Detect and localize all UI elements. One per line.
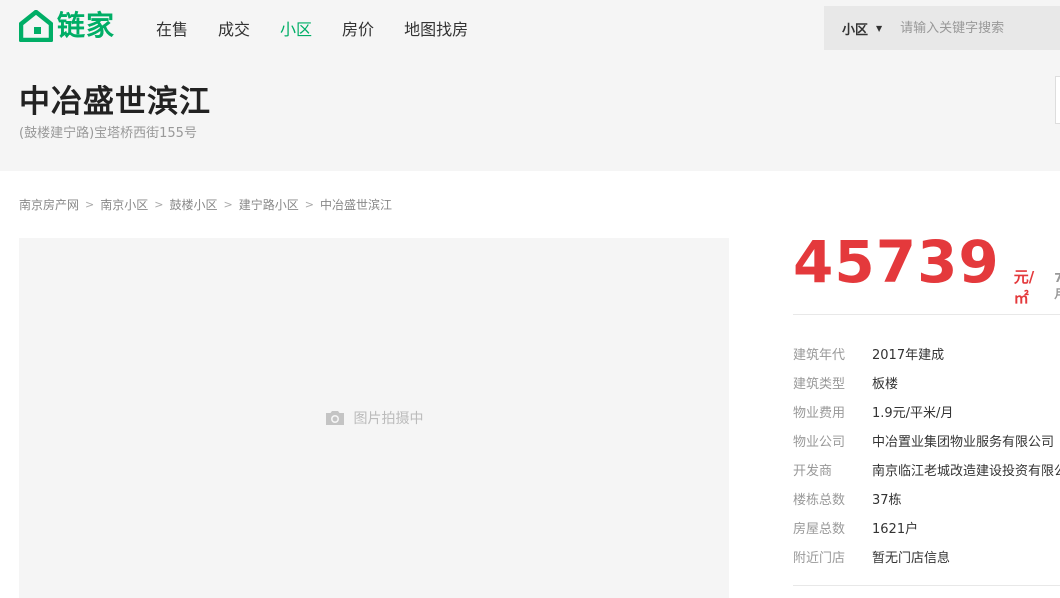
divider — [793, 585, 1060, 586]
info-label: 开发商 — [793, 464, 833, 479]
info-row-property-fee: 物业费用 1.9元/平米/月 — [793, 397, 1060, 426]
info-value: 暂无门店信息 — [872, 551, 951, 566]
info-value: 1621户 — [872, 522, 919, 537]
breadcrumb-separator: > — [223, 198, 233, 211]
side-tab-button[interactable] — [1055, 76, 1060, 124]
info-value: 2017年建成 — [872, 348, 945, 363]
main-nav: 在售 成交 小区 房价 地图找房 — [156, 0, 498, 56]
info-value: 南京临江老城改造建设投资有限公司 — [872, 464, 1060, 479]
breadcrumb-gulou-community[interactable]: 鼓楼小区 — [169, 196, 217, 213]
info-label: 物业费用 — [793, 406, 846, 421]
info-row-property-company: 物业公司 中冶置业集团物业服务有限公司 — [793, 426, 1060, 455]
info-row-developer: 开发商 南京临江老城改造建设投资有限公司 — [793, 455, 1060, 484]
community-info-list: 建筑年代 2017年建成 建筑类型 板楼 物业费用 1.9元/平米/月 物业公司… — [793, 339, 1060, 571]
info-label: 房屋总数 — [793, 522, 846, 537]
breadcrumb-nanjing-community[interactable]: 南京小区 — [100, 196, 148, 213]
info-row-building-type: 建筑类型 板楼 — [793, 368, 1060, 397]
breadcrumb: 南京房产网 > 南京小区 > 鼓楼小区 > 建宁路小区 > 中冶盛世滨江 — [19, 196, 392, 213]
price-unit: 元/㎡ — [1013, 268, 1035, 307]
logo-text: 链家 — [57, 9, 116, 42]
info-label: 建筑年代 — [793, 348, 846, 363]
breadcrumb-nanjing-property[interactable]: 南京房产网 — [19, 196, 79, 213]
breadcrumb-separator: > — [85, 198, 95, 211]
breadcrumb-separator: > — [304, 198, 314, 211]
breadcrumb-separator: > — [154, 198, 164, 211]
nav-item-house-price[interactable]: 房价 — [342, 16, 374, 40]
info-row-nearby-store: 附近门店 暂无门店信息 — [793, 542, 1060, 571]
nav-item-for-sale[interactable]: 在售 — [156, 16, 188, 40]
community-name: 中冶盛世滨江 — [19, 84, 211, 120]
community-address: (鼓楼建宁路)宝塔桥西街155号 — [19, 126, 197, 141]
lianjia-logo[interactable]: 链家 — [19, 10, 115, 42]
search-type-label: 小区 — [842, 22, 869, 38]
house-logo-icon — [19, 10, 53, 42]
nav-item-map-search[interactable]: 地图找房 — [404, 16, 468, 40]
search-type-dropdown[interactable]: 小区 ▼ — [842, 19, 882, 38]
info-label: 物业公司 — [793, 435, 846, 450]
nav-item-community[interactable]: 小区 — [280, 16, 312, 40]
info-label: 附近门店 — [793, 551, 846, 566]
info-value: 中冶置业集团物业服务有限公司 — [872, 435, 1055, 450]
photo-placeholder-text: 图片拍摄中 — [353, 411, 424, 427]
info-label: 建筑类型 — [793, 377, 846, 392]
community-photo: 图片拍摄中 — [19, 238, 729, 598]
camera-icon — [325, 411, 344, 425]
price-month: 7月 — [1054, 271, 1060, 301]
price-block: 45739 元/㎡ 7月 — [793, 228, 1060, 308]
top-header: 链家 在售 成交 小区 房价 地图找房 小区 ▼ — [0, 0, 1060, 56]
nav-item-sold[interactable]: 成交 — [218, 16, 250, 40]
info-value: 37栋 — [872, 493, 902, 508]
info-row-build-year: 建筑年代 2017年建成 — [793, 339, 1060, 368]
divider — [793, 314, 1060, 315]
title-band: 中冶盛世滨江 (鼓楼建宁路)宝塔桥西街155号 — [0, 56, 1060, 171]
info-row-household-count: 房屋总数 1621户 — [793, 513, 1060, 542]
breadcrumb-jianning-community[interactable]: 建宁路小区 — [239, 196, 299, 213]
info-value: 板楼 — [872, 377, 899, 392]
average-price: 45739 — [793, 228, 1000, 296]
search-bar: 小区 ▼ — [824, 6, 1060, 50]
info-value: 1.9元/平米/月 — [872, 406, 954, 421]
breadcrumb-current: 中冶盛世滨江 — [319, 198, 392, 212]
photo-placeholder: 图片拍摄中 — [325, 408, 424, 428]
caret-down-icon: ▼ — [876, 23, 883, 33]
info-row-building-count: 楼栋总数 37栋 — [793, 484, 1060, 513]
info-label: 楼栋总数 — [793, 493, 846, 508]
search-input[interactable] — [898, 19, 1053, 37]
